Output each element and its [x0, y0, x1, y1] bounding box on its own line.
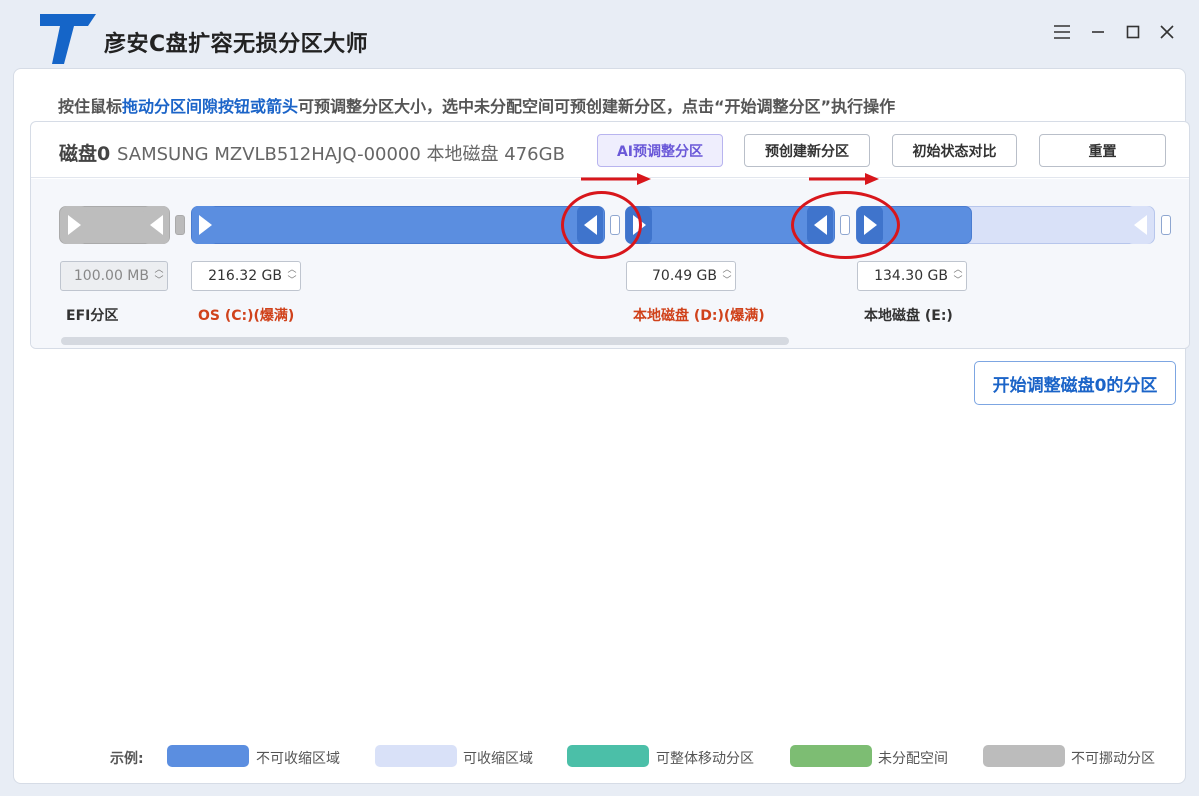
e-size-field[interactable]: 134.30 GB ︿ ﹀: [857, 261, 967, 291]
spinner-icon[interactable]: ︿ ﹀: [722, 265, 732, 287]
legend-label-shrinkable: 可收缩区域: [463, 751, 533, 767]
c-label: OS (C:)(爆满): [198, 308, 295, 324]
spinner-icon: ︿ ﹀: [154, 265, 164, 286]
red-arrow-icon: [809, 173, 879, 185]
efi-left-arrow-icon: [61, 206, 87, 244]
legend-swatch-shrinkable: [375, 745, 457, 767]
efi-size-value: 100.00 MB: [73, 268, 149, 284]
c-size-value: 216.32 GB: [208, 268, 282, 284]
legend-swatch-unallocated: [790, 745, 872, 767]
legend-label-immovable: 不可挪动分区: [1071, 751, 1155, 767]
minimize-icon[interactable]: [1086, 20, 1110, 44]
spinner-icon[interactable]: ︿ ﹀: [953, 265, 963, 287]
app-window: 彦安C盘扩容无损分区大师 按住鼠标拖动分区间隙按钮或箭头可预调整分区大小，选中未…: [0, 0, 1199, 796]
app-title: 彦安C盘扩容无损分区大师: [104, 32, 369, 57]
instruction-text: 按住鼠标拖动分区间隙按钮或箭头可预调整分区大小，选中未分配空间可预创建新分区，点…: [58, 93, 895, 117]
legend-swatch-unshrinkable: [167, 745, 249, 767]
partition-area: 100.00 MB ︿ ﹀ 216.32 GB ︿ ﹀ 70.49 GB ︿ ﹀ 13…: [31, 173, 1189, 348]
e-end-gap-handle[interactable]: [1161, 215, 1171, 235]
pre-create-partition-button[interactable]: 预创建新分区: [744, 134, 870, 167]
c-left-arrow-icon[interactable]: [192, 206, 218, 244]
c-partition-bar[interactable]: [191, 206, 605, 244]
menu-icon[interactable]: [1050, 20, 1074, 44]
d-label: 本地磁盘 (D:)(爆满): [633, 308, 765, 324]
disk-header: 磁盘0 SAMSUNG MZVLB512HAJQ-00000 本地磁盘 476G…: [31, 122, 1189, 178]
legend-label-movable: 可整体移动分区: [656, 751, 754, 767]
efi-right-arrow-icon: [143, 206, 169, 244]
title-bar: 彦安C盘扩容无损分区大师: [0, 0, 1199, 66]
efi-size-field: 100.00 MB ︿ ﹀: [60, 261, 168, 291]
efi-gap-handle: [175, 215, 185, 235]
instruction-highlight: 拖动分区间隙按钮或箭头: [122, 97, 299, 116]
highlight-circle-d-e: [791, 191, 900, 259]
legend-swatch-immovable: [983, 745, 1065, 767]
e-right-arrow-icon[interactable]: [1127, 206, 1153, 244]
legend-title: 示例:: [110, 751, 144, 767]
maximize-icon[interactable]: [1121, 20, 1145, 44]
disk-name: 磁盘0: [59, 143, 111, 165]
disk-card: 磁盘0 SAMSUNG MZVLB512HAJQ-00000 本地磁盘 476G…: [30, 121, 1190, 349]
instruction-part2: 可预调整分区大小，选中未分配空间可预创建新分区，点击“开始调整分区”执行操作: [298, 97, 896, 116]
highlight-circle-c-d: [561, 191, 642, 259]
e-size-value: 134.30 GB: [874, 268, 948, 284]
close-icon[interactable]: [1155, 20, 1179, 44]
efi-label: EFI分区: [66, 308, 119, 324]
c-size-field[interactable]: 216.32 GB ︿ ﹀: [191, 261, 301, 291]
legend-label-unallocated: 未分配空间: [878, 751, 948, 767]
start-adjust-button[interactable]: 开始调整磁盘0的分区: [974, 361, 1176, 405]
main-panel: 按住鼠标拖动分区间隙按钮或箭头可预调整分区大小，选中未分配空间可预创建新分区，点…: [13, 68, 1190, 784]
red-arrow-icon: [581, 173, 651, 185]
legend-label-unshrinkable: 不可收缩区域: [256, 751, 340, 767]
horizontal-scrollbar[interactable]: [61, 337, 789, 345]
d-size-field[interactable]: 70.49 GB ︿ ﹀: [626, 261, 736, 291]
spinner-icon[interactable]: ︿ ﹀: [287, 265, 297, 287]
reset-button[interactable]: 重置: [1039, 134, 1166, 167]
ai-adjust-button[interactable]: AI预调整分区: [597, 134, 723, 167]
disk-description: SAMSUNG MZVLB512HAJQ-00000 本地磁盘 476GB: [117, 144, 565, 165]
instruction-part1: 按住鼠标: [58, 97, 123, 116]
compare-initial-button[interactable]: 初始状态对比: [892, 134, 1017, 167]
d-size-value: 70.49 GB: [652, 268, 717, 284]
legend-swatch-movable: [567, 745, 649, 767]
e-label: 本地磁盘 (E:): [864, 308, 953, 324]
app-logo-icon: [40, 14, 96, 64]
